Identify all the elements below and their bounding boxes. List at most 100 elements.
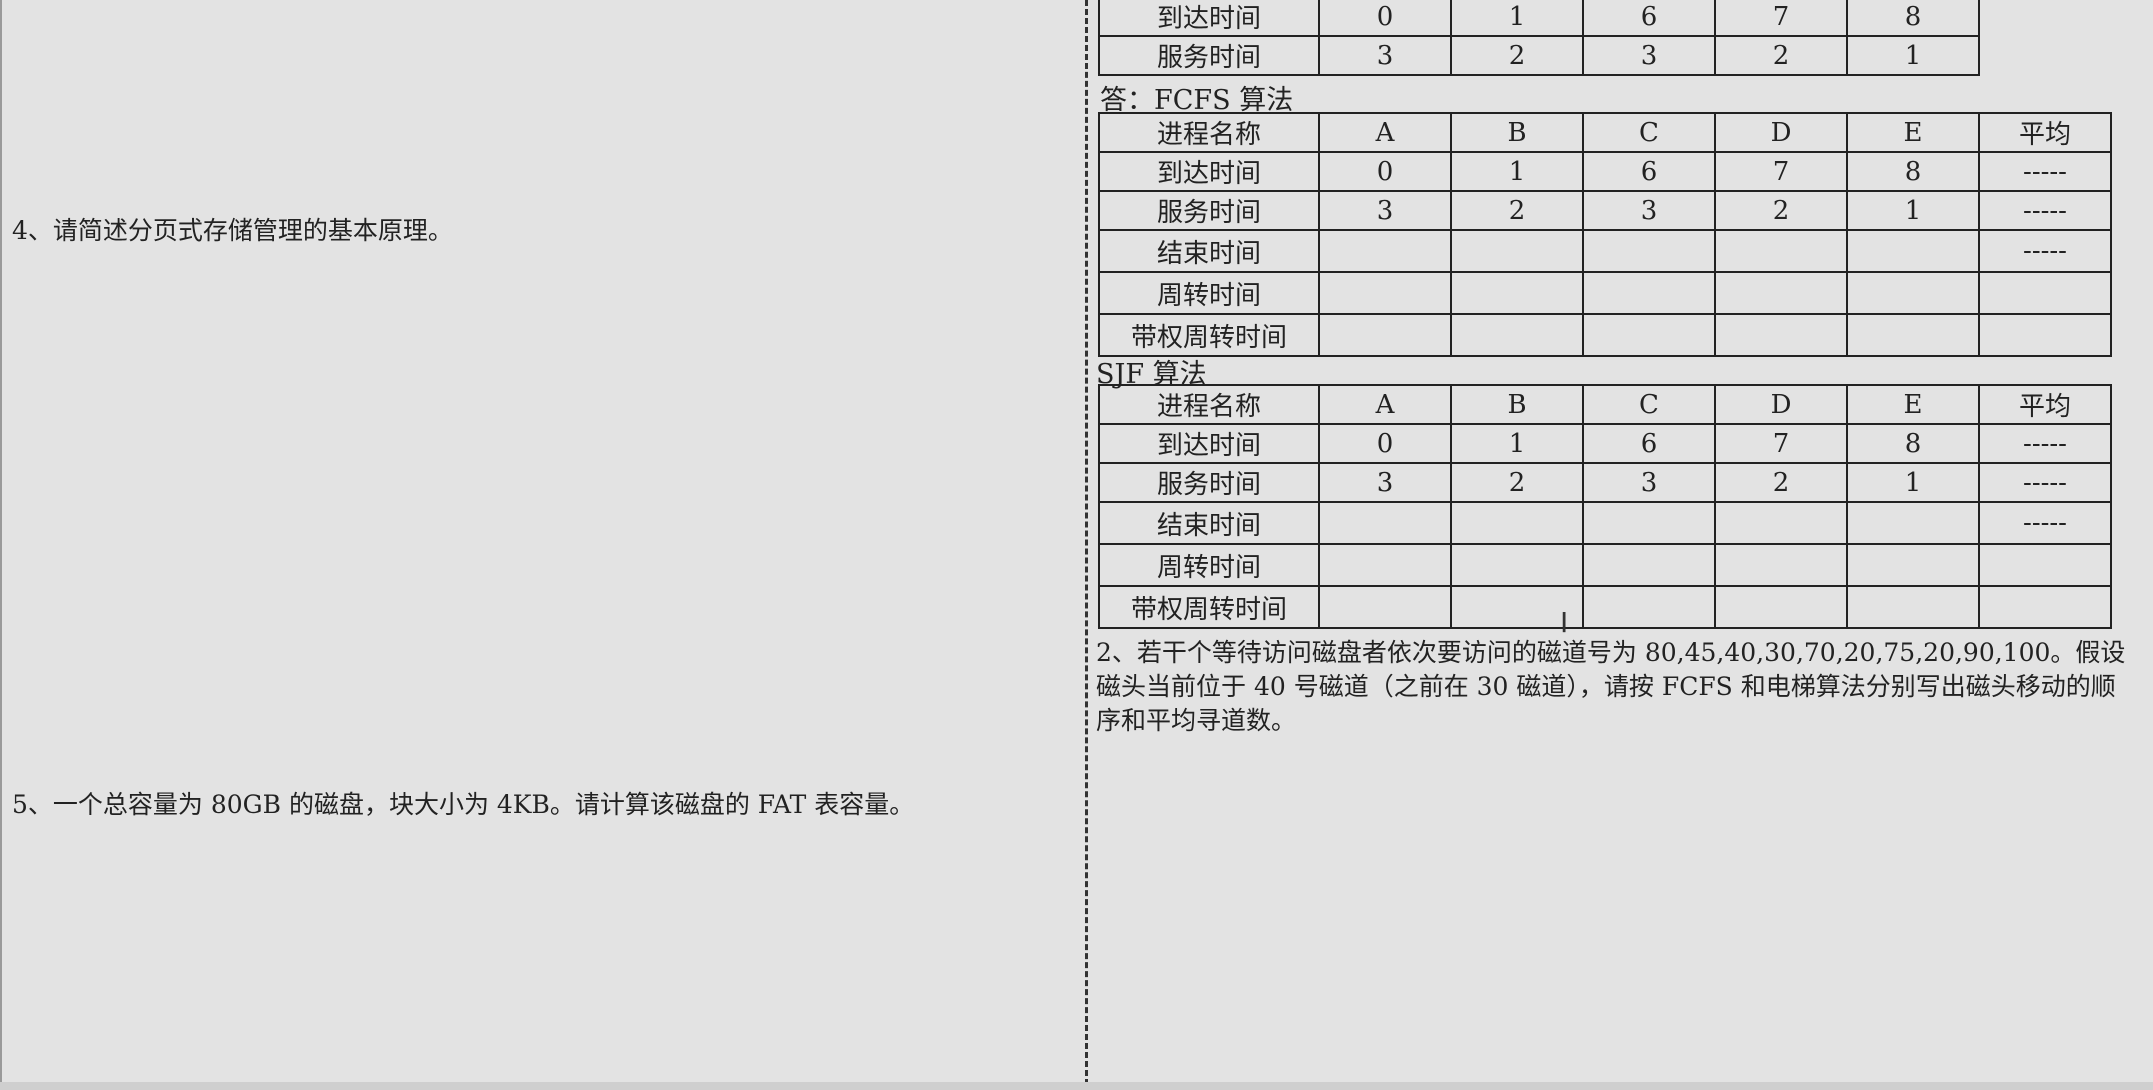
table-cell: 3 <box>1318 35 1452 76</box>
table-cell: 1 <box>1450 423 1584 464</box>
table-cell: 2 <box>1714 190 1848 231</box>
table-cell: 2 <box>1450 190 1584 231</box>
column-header-process: 进程名称 <box>1098 384 1320 425</box>
table-row: 结束时间 ----- <box>1098 229 2112 273</box>
answer-cell[interactable] <box>1318 271 1452 315</box>
column-header: C <box>1582 112 1716 153</box>
column-header: D <box>1714 384 1848 425</box>
table-cell-dash: ----- <box>1978 190 2112 231</box>
column-header: B <box>1450 112 1584 153</box>
row-header-weighted: 带权周转时间 <box>1098 313 1320 357</box>
table-cell: 3 <box>1318 462 1452 503</box>
answer-cell[interactable] <box>1714 585 1848 629</box>
answer-cell[interactable] <box>1450 313 1584 357</box>
table-cell: 1 <box>1846 190 1980 231</box>
column-header-average: 平均 <box>1978 384 2112 425</box>
row-header-turnaround: 周转时间 <box>1098 271 1320 315</box>
answer-cell[interactable] <box>1978 271 2112 315</box>
table-row: 服务时间 3 2 3 2 1 ----- <box>1098 190 2112 231</box>
answer-cell[interactable] <box>1714 229 1848 273</box>
table-cell-dash: ----- <box>1978 501 2112 545</box>
answer-cell[interactable] <box>1318 229 1452 273</box>
column-header-process: 进程名称 <box>1098 112 1320 153</box>
answer-cell[interactable] <box>1582 501 1716 545</box>
answer-cell[interactable] <box>1318 543 1452 587</box>
table-row: 结束时间 ----- <box>1098 501 2112 545</box>
table-cell: 3 <box>1582 462 1716 503</box>
table-cell: 6 <box>1582 151 1716 192</box>
table-cell: 3 <box>1318 190 1452 231</box>
table-row: 服务时间 3 2 3 2 1 ----- <box>1098 462 2112 503</box>
answer-cell[interactable] <box>1714 543 1848 587</box>
table-cell-dash: ----- <box>1978 151 2112 192</box>
table-cell: 7 <box>1714 0 1848 37</box>
answer-cell[interactable] <box>1582 229 1716 273</box>
table-cell: 8 <box>1846 423 1980 464</box>
column-header: B <box>1450 384 1584 425</box>
answer-cell[interactable] <box>1978 585 2112 629</box>
answer-cell[interactable] <box>1450 271 1584 315</box>
answer-cell[interactable] <box>1582 313 1716 357</box>
table-row: 带权周转时间 <box>1098 585 2112 629</box>
row-header-arrive: 到达时间 <box>1098 423 1320 464</box>
table-row: 服务时间 3 2 3 2 1 <box>1098 35 1980 76</box>
table-cell: 2 <box>1450 35 1584 76</box>
table-row: 到达时间 0 1 6 7 8 ----- <box>1098 423 2112 464</box>
text-cursor-icon: I <box>1560 606 1569 639</box>
answer-cell[interactable] <box>1582 271 1716 315</box>
answer-cell[interactable] <box>1846 585 1980 629</box>
column-header: D <box>1714 112 1848 153</box>
answer-cell[interactable] <box>1450 229 1584 273</box>
answer-cell[interactable] <box>1318 313 1452 357</box>
table-cell: 3 <box>1582 190 1716 231</box>
question-4: 4、请简述分页式存储管理的基本原理。 <box>12 216 453 245</box>
table-cell: 6 <box>1582 0 1716 37</box>
column-header: A <box>1318 384 1452 425</box>
table-cell: 7 <box>1714 151 1848 192</box>
answer-cell[interactable] <box>1318 585 1452 629</box>
answer-cell[interactable] <box>1978 543 2112 587</box>
table-header-row: 进程名称 A B C D E 平均 <box>1098 112 2112 153</box>
answer-cell[interactable] <box>1582 543 1716 587</box>
column-header-average: 平均 <box>1978 112 2112 153</box>
answer-cell[interactable] <box>1714 271 1848 315</box>
answer-cell[interactable] <box>1846 229 1980 273</box>
answer-cell[interactable] <box>1714 501 1848 545</box>
fcfs-table: 进程名称 A B C D E 平均 到达时间 0 1 6 7 8 ----- 服… <box>1098 112 2112 357</box>
column-header: C <box>1582 384 1716 425</box>
column-header: E <box>1846 384 1980 425</box>
row-header-turnaround: 周转时间 <box>1098 543 1320 587</box>
page-bottom-edge <box>0 1082 2153 1090</box>
answer-cell[interactable] <box>1846 501 1980 545</box>
table-row: 到达时间 0 1 6 7 8 <box>1098 0 1980 37</box>
answer-cell[interactable] <box>1450 543 1584 587</box>
question-5: 5、一个总容量为 80GB 的磁盘，块大小为 4KB。请计算该磁盘的 FAT 表… <box>12 790 915 819</box>
sjf-table: 进程名称 A B C D E 平均 到达时间 0 1 6 7 8 ----- 服… <box>1098 384 2112 629</box>
answer-cell[interactable] <box>1450 501 1584 545</box>
table-cell: 2 <box>1714 35 1848 76</box>
table-cell: 8 <box>1846 151 1980 192</box>
answer-cell[interactable] <box>1318 501 1452 545</box>
table-cell: 8 <box>1846 0 1980 37</box>
process-data-table: 到达时间 0 1 6 7 8 服务时间 3 2 3 2 1 <box>1098 0 1980 76</box>
column-header: A <box>1318 112 1452 153</box>
answer-cell[interactable] <box>1714 313 1848 357</box>
table-row: 周转时间 <box>1098 271 2112 315</box>
table-cell: 1 <box>1846 462 1980 503</box>
answer-cell[interactable] <box>1582 585 1716 629</box>
row-header-finish: 结束时间 <box>1098 229 1320 273</box>
answer-cell[interactable] <box>1978 313 2112 357</box>
question-2: 2、若干个等待访问磁盘者依次要访问的磁道号为 80,45,40,30,70,20… <box>1096 638 2126 735</box>
table-cell: 1 <box>1450 151 1584 192</box>
row-header-arrive: 到达时间 <box>1098 0 1320 37</box>
table-cell-dash: ----- <box>1978 229 2112 273</box>
table-row: 周转时间 <box>1098 543 2112 587</box>
table-cell: 6 <box>1582 423 1716 464</box>
table-header-row: 进程名称 A B C D E 平均 <box>1098 384 2112 425</box>
row-header-finish: 结束时间 <box>1098 501 1320 545</box>
column-divider <box>1085 0 1088 1085</box>
answer-cell[interactable] <box>1846 313 1980 357</box>
table-row: 带权周转时间 <box>1098 313 2112 357</box>
answer-cell[interactable] <box>1846 271 1980 315</box>
answer-cell[interactable] <box>1846 543 1980 587</box>
